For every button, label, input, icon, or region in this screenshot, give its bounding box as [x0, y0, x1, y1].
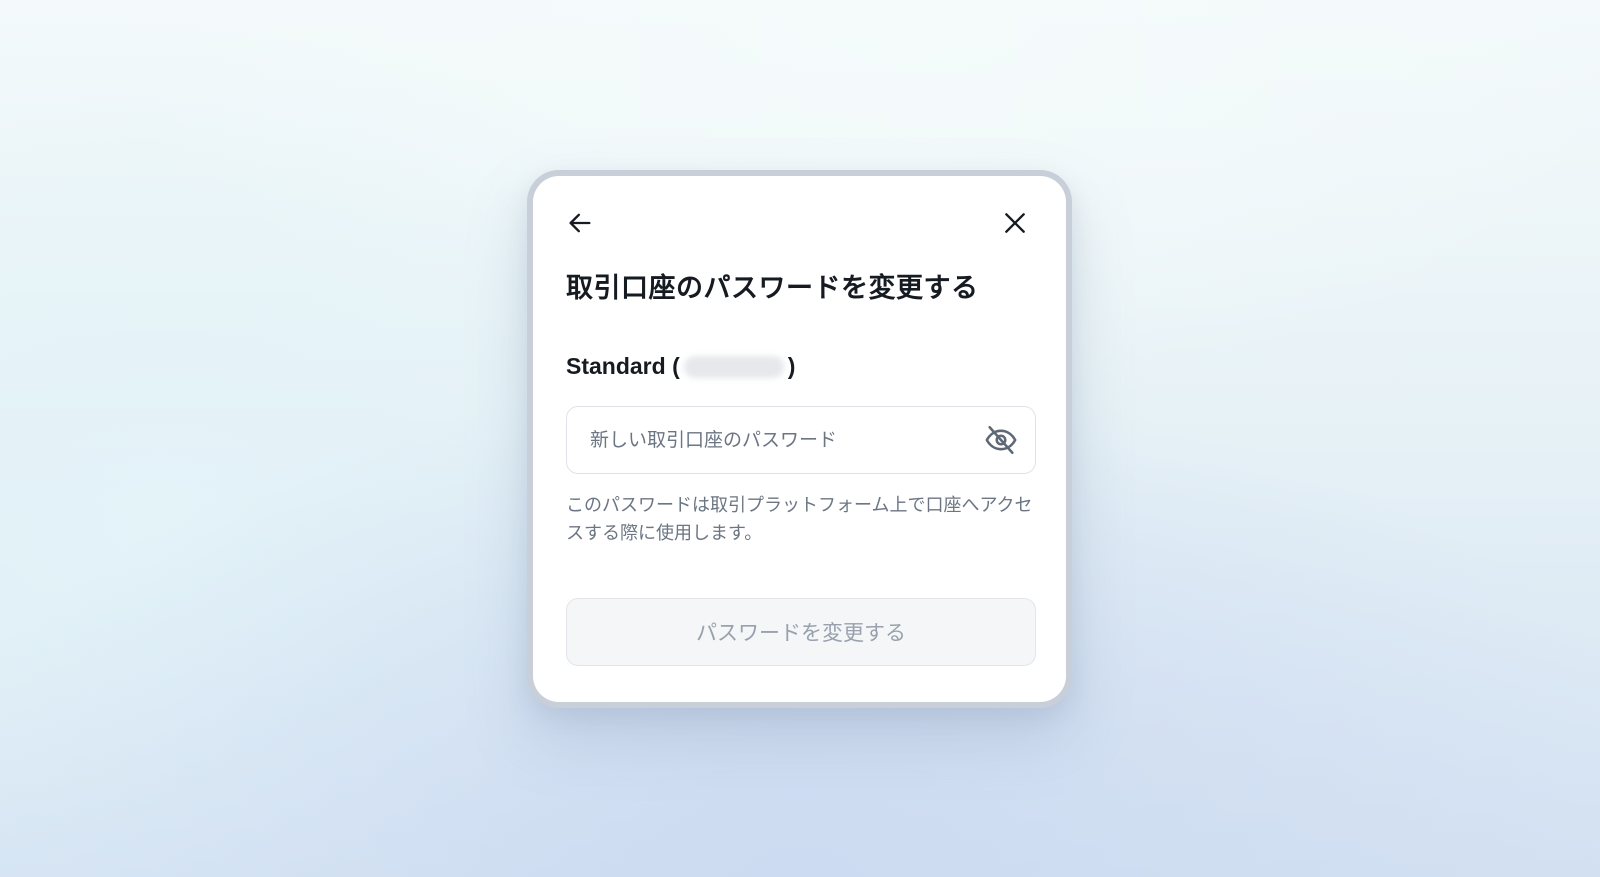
- account-label: Standard ( ): [566, 353, 795, 380]
- new-password-input[interactable]: [567, 407, 981, 473]
- password-helper-text: このパスワードは取引プラットフォーム上で口座へアクセスする際に使用します。: [566, 495, 1033, 544]
- dialog-title: 取引口座のパスワードを変更する: [566, 273, 979, 304]
- eye-off-icon: [985, 425, 1017, 455]
- arrow-left-icon: [569, 213, 591, 233]
- toggle-password-visibility-button[interactable]: [981, 420, 1021, 460]
- change-password-dialog-frame: 取引口座のパスワードを変更する Standard ( ) このパスワードは取引プ…: [527, 170, 1072, 708]
- back-button[interactable]: [562, 205, 598, 241]
- new-password-field[interactable]: [566, 406, 1036, 474]
- account-label-suffix: ): [787, 353, 796, 379]
- change-password-button[interactable]: パスワードを変更する: [566, 598, 1036, 666]
- account-type: Standard (: [566, 353, 680, 379]
- account-number-redacted: [683, 355, 784, 378]
- close-icon: [1005, 213, 1025, 233]
- close-button[interactable]: [997, 205, 1033, 241]
- change-password-dialog: 取引口座のパスワードを変更する Standard ( ) このパスワードは取引プ…: [533, 176, 1066, 702]
